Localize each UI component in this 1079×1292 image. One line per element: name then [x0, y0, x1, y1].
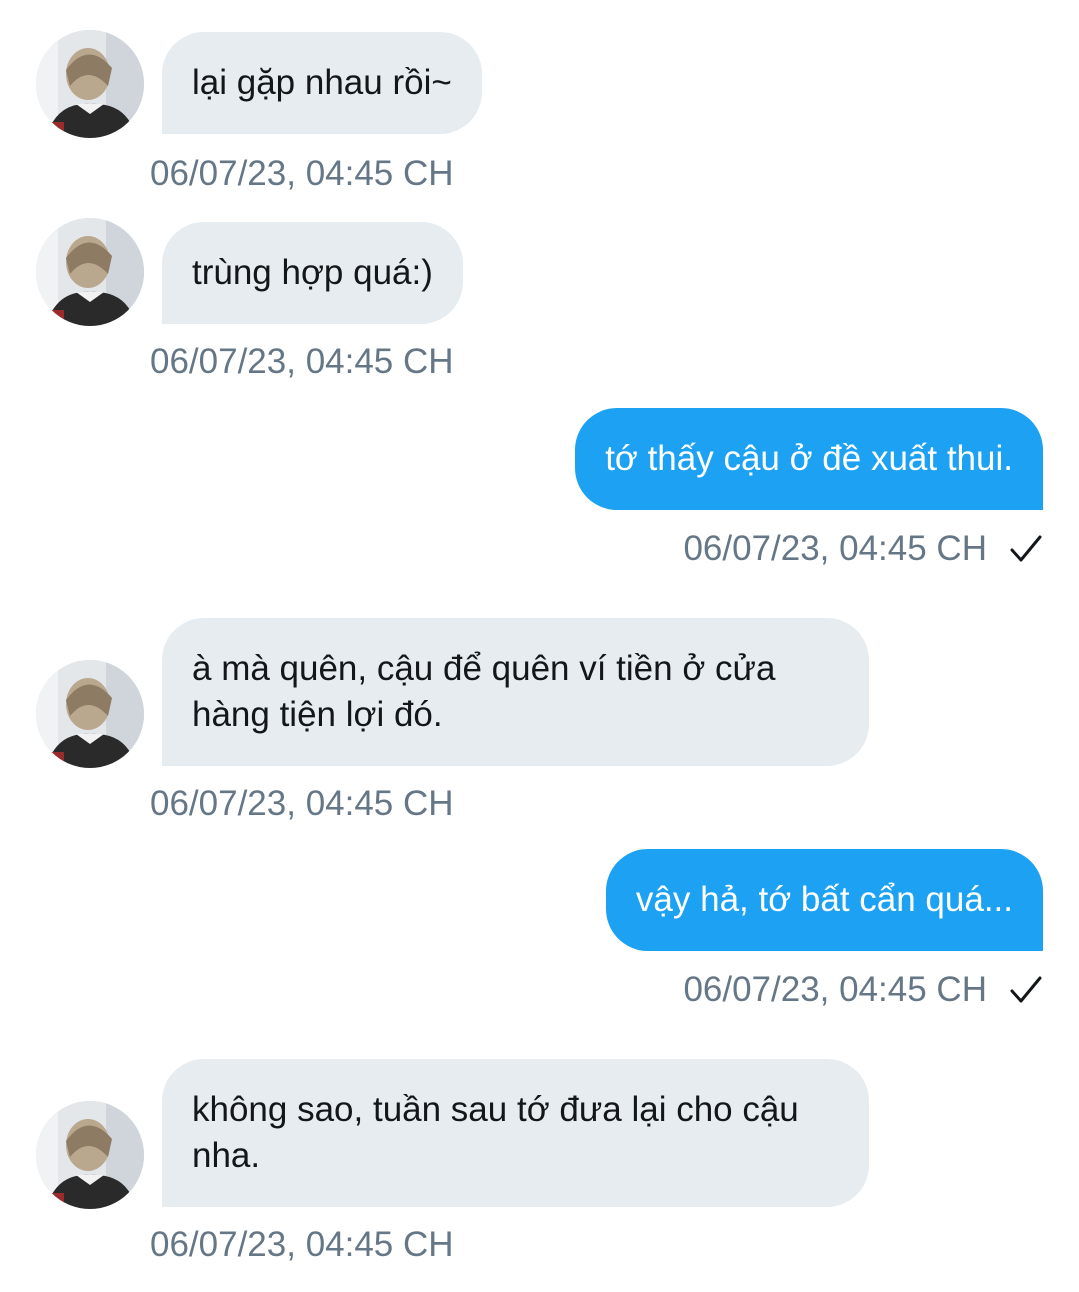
message-text: trùng hợp quá:) — [192, 253, 433, 292]
message-bubble-incoming[interactable]: không sao, tuần sau tớ đưa lại cho cậu n… — [162, 1059, 869, 1207]
message-text: không sao, tuần sau tớ đưa lại cho cậu n… — [192, 1090, 799, 1175]
message-timestamp: 06/07/23, 04:45 CH — [683, 529, 987, 568]
message-bubble-outgoing[interactable]: tớ thấy cậu ở đề xuất thui. — [575, 408, 1043, 510]
message-text: vậy hả, tớ bất cẩn quá... — [635, 880, 1013, 919]
message-bubble-incoming[interactable]: à mà quên, cậu để quên ví tiền ở cửa hàn… — [162, 618, 869, 766]
sender-avatar[interactable] — [36, 218, 144, 326]
message-bubble-incoming[interactable]: lại gặp nhau rồi~ — [162, 32, 482, 134]
checkmark-icon — [1009, 532, 1043, 566]
message-timestamp: 06/07/23, 04:45 CH — [683, 970, 987, 1009]
message-bubble-outgoing[interactable]: vậy hả, tớ bất cẩn quá... — [605, 849, 1043, 951]
message-text: à mà quên, cậu để quên ví tiền ở cửa hàn… — [192, 649, 776, 734]
sender-avatar[interactable] — [36, 1101, 144, 1209]
message-bubble-incoming[interactable]: trùng hợp quá:) — [162, 222, 463, 324]
message-timestamp: 06/07/23, 04:45 CH — [150, 154, 454, 193]
sender-avatar[interactable] — [36, 30, 144, 138]
message-text: lại gặp nhau rồi~ — [192, 63, 452, 102]
message-timestamp: 06/07/23, 04:45 CH — [150, 342, 454, 381]
checkmark-icon — [1009, 973, 1043, 1007]
message-text: tớ thấy cậu ở đề xuất thui. — [605, 439, 1013, 478]
message-timestamp: 06/07/23, 04:45 CH — [150, 1225, 454, 1264]
sender-avatar[interactable] — [36, 660, 144, 768]
message-timestamp: 06/07/23, 04:45 CH — [150, 784, 454, 823]
